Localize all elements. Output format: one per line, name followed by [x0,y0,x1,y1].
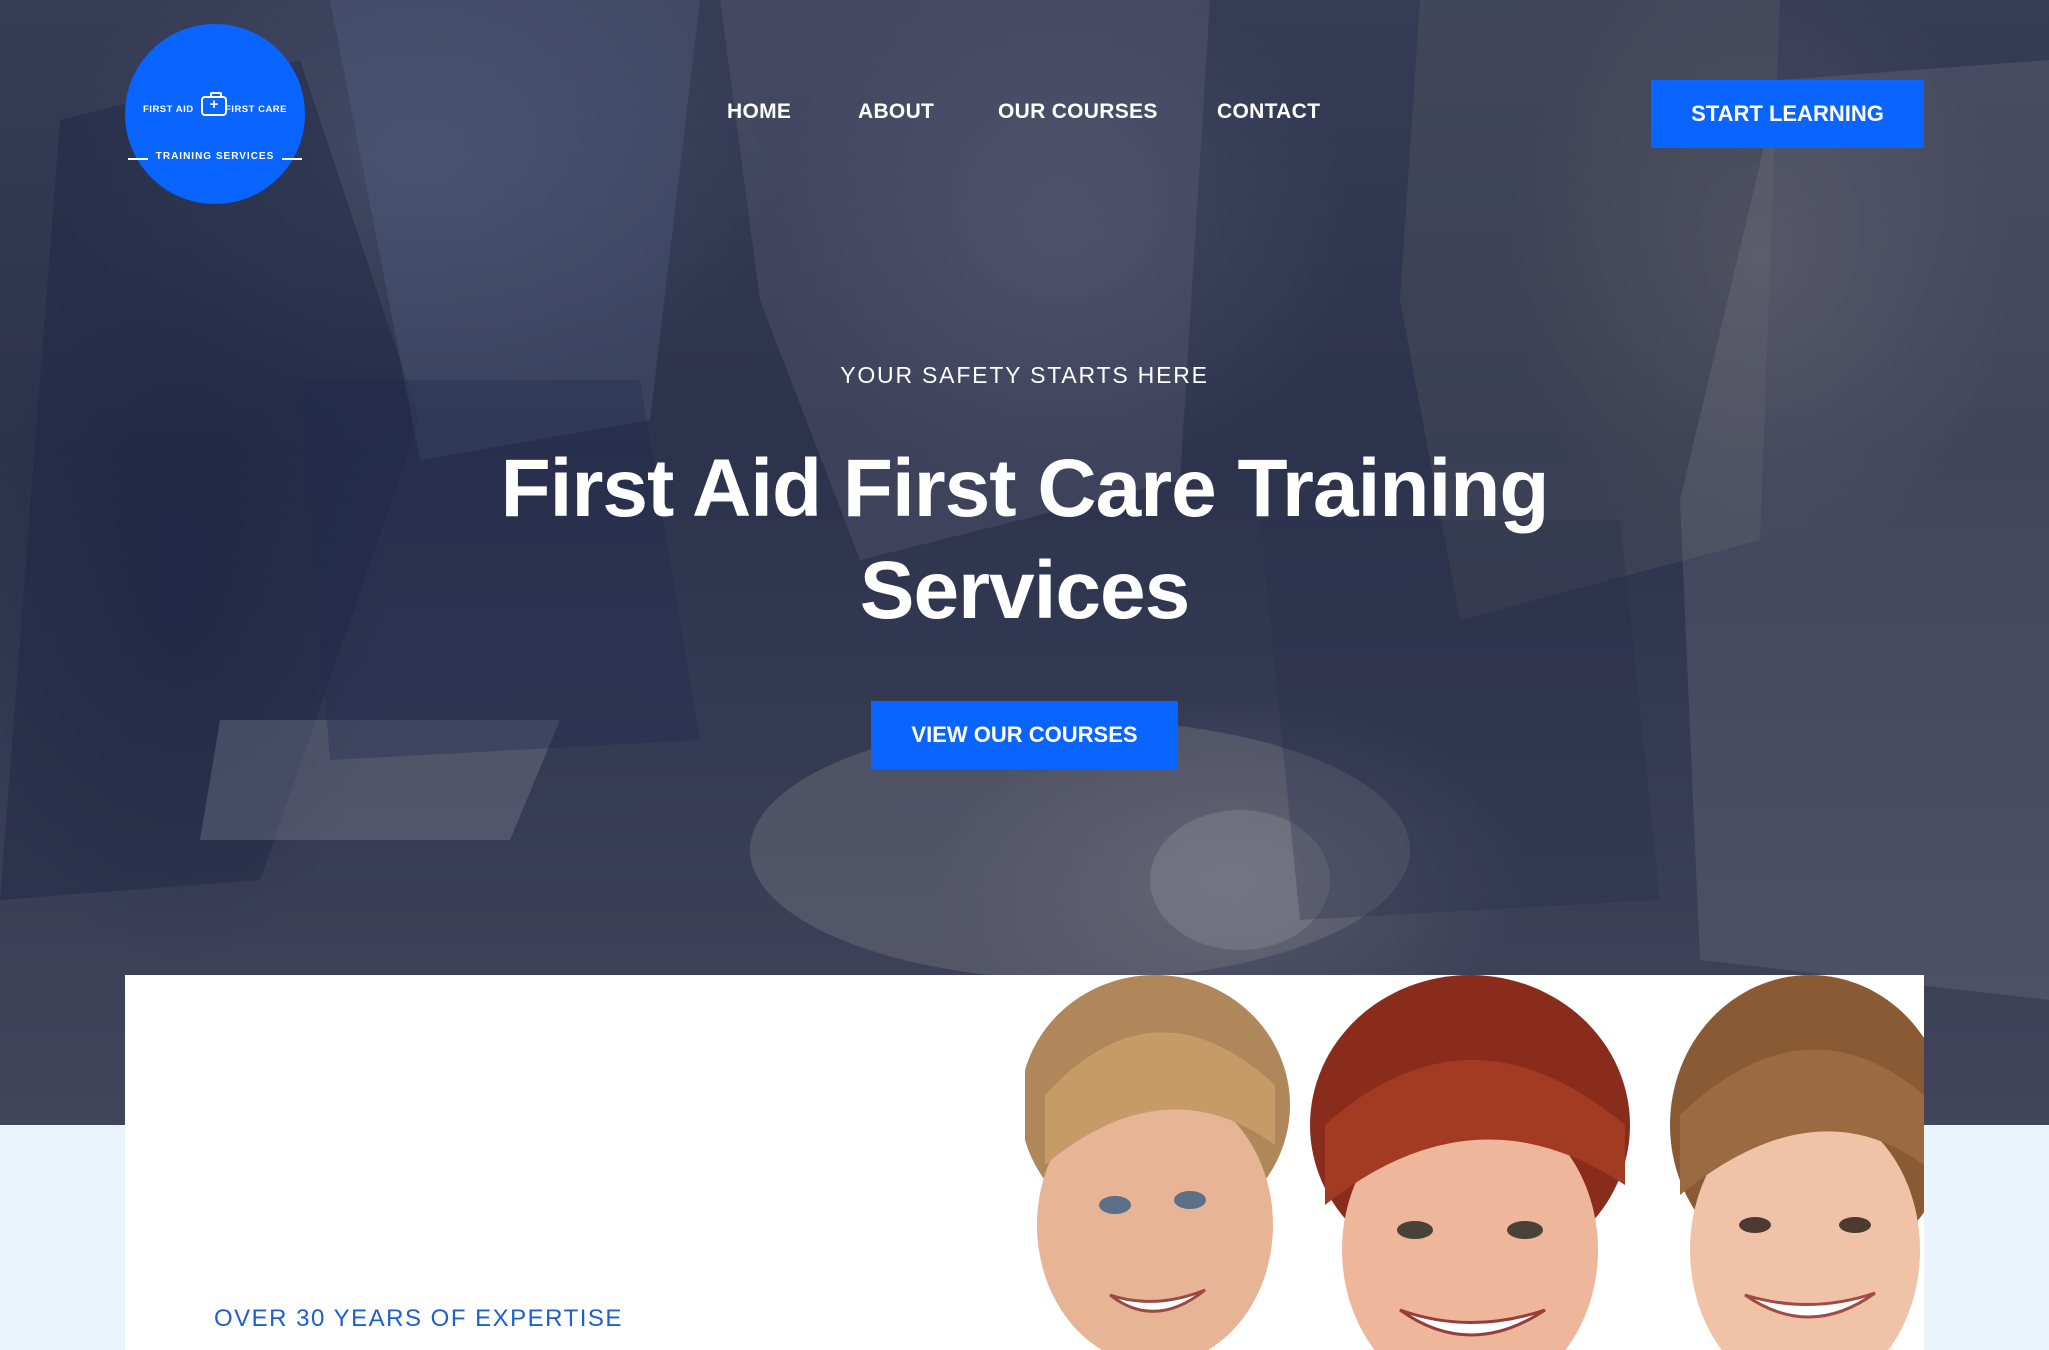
logo-rule-right [282,158,302,160]
start-learning-button[interactable]: START LEARNING [1651,80,1924,148]
hero-title: First Aid First Care Training Services [500,443,1550,636]
hero-section: FIRST AID + FIRST CARE TRAINING SERVICES… [0,0,2049,1125]
view-courses-button[interactable]: VIEW OUR COURSES [871,701,1178,769]
team-photo-illustration [1025,975,1924,1350]
nav-our-courses[interactable]: OUR COURSES [998,100,1158,124]
logo-text-bottom: TRAINING SERVICES [155,151,275,162]
nav-home[interactable]: HOME [727,100,791,124]
hero-eyebrow: YOUR SAFETY STARTS HERE [840,362,1209,388]
about-text-panel: OVER 30 YEARS OF EXPERTISE [125,975,1025,1350]
about-eyebrow: OVER 30 YEARS OF EXPERTISE [214,1305,623,1332]
nav-about[interactable]: ABOUT [858,100,934,124]
team-photo [1025,975,1924,1350]
nav-contact[interactable]: CONTACT [1217,100,1320,124]
